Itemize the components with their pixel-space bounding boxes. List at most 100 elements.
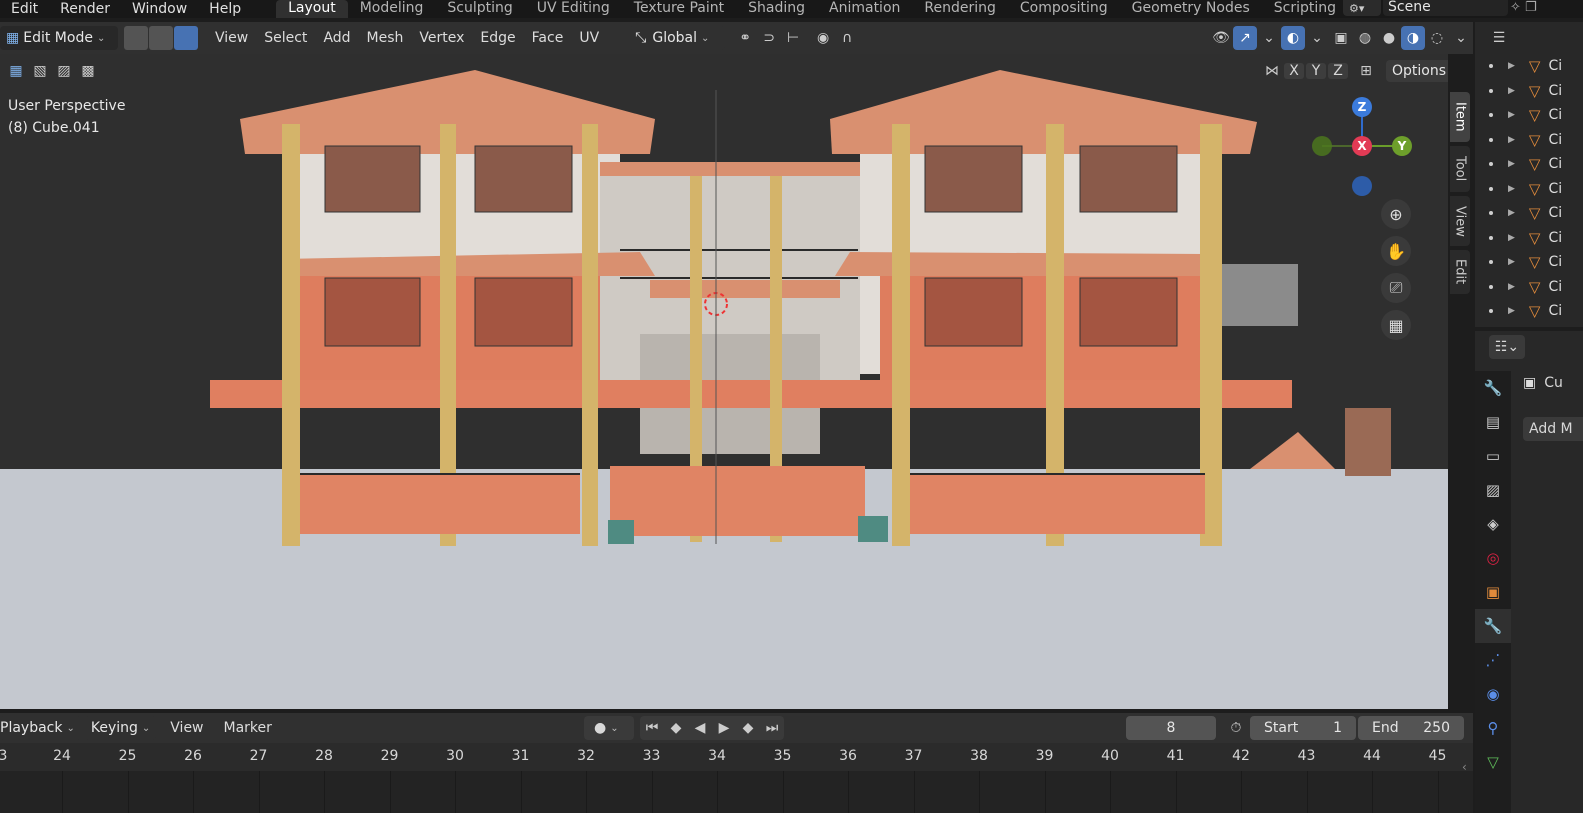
chevron-down-icon[interactable]: ⌄: [1257, 26, 1281, 50]
pin-icon[interactable]: ✧ ❐: [1510, 0, 1537, 15]
outliner-row[interactable]: ▶ ▽ Ci: [1475, 103, 1583, 128]
outliner-row[interactable]: ▶ ▽ Ci: [1475, 275, 1583, 300]
menu-window[interactable]: Window: [121, 1, 198, 17]
falloff-icon[interactable]: ∩: [835, 26, 859, 50]
chevron-down-icon[interactable]: ⌄: [1305, 26, 1329, 50]
menu-face[interactable]: Face: [524, 30, 572, 46]
object-tab-icon[interactable]: ▣: [1475, 575, 1511, 609]
prev-keyframe-icon[interactable]: ◆: [664, 716, 688, 740]
current-frame-field[interactable]: 8: [1126, 716, 1216, 740]
mirror-z-toggle[interactable]: Z: [1328, 63, 1348, 79]
rendered-shading-icon[interactable]: ◌: [1425, 26, 1449, 50]
expand-arrow-icon[interactable]: ▶: [1508, 257, 1515, 267]
stopwatch-icon[interactable]: ⏱: [1224, 716, 1248, 740]
expand-arrow-icon[interactable]: ▶: [1508, 282, 1515, 292]
tab-scripting[interactable]: Scripting: [1262, 0, 1348, 18]
expand-arrow-icon[interactable]: ▶: [1508, 159, 1515, 169]
outliner-row[interactable]: ▶ ▽ Ci: [1475, 250, 1583, 275]
expand-arrow-icon[interactable]: ▶: [1508, 110, 1515, 120]
tab-sculpting[interactable]: Sculpting: [435, 0, 524, 18]
physics-tab-icon[interactable]: ◉: [1475, 677, 1511, 711]
menu-uv[interactable]: UV: [571, 30, 607, 46]
play-icon[interactable]: ▶: [712, 716, 736, 740]
auto-keying-toggle[interactable]: ● ⌄: [584, 716, 634, 740]
constraints-tab-icon[interactable]: ⚲: [1475, 711, 1511, 745]
jump-end-icon[interactable]: ⏭: [760, 716, 784, 740]
play-reverse-icon[interactable]: ◀: [688, 716, 712, 740]
gizmo-x-axis[interactable]: X: [1352, 136, 1372, 156]
pivot-icon[interactable]: ⚭: [733, 26, 757, 50]
expand-arrow-icon[interactable]: ▶: [1508, 61, 1515, 71]
menu-add[interactable]: Add: [315, 30, 358, 46]
modifier-tab-icon[interactable]: 🔧: [1475, 609, 1511, 643]
npanel-tab-view[interactable]: View: [1450, 196, 1470, 246]
selection-mode-icon[interactable]: ▦: [4, 59, 28, 83]
world-tab-icon[interactable]: ◎: [1475, 541, 1511, 575]
outliner-row[interactable]: ▶ ▽ Ci: [1475, 299, 1583, 324]
expand-arrow-icon[interactable]: ▶: [1508, 306, 1515, 316]
tab-rendering[interactable]: Rendering: [912, 0, 1008, 18]
tab-texture-paint[interactable]: Texture Paint: [622, 0, 736, 18]
vertex-select-icon[interactable]: [124, 26, 148, 50]
scene-browse-button[interactable]: ⚙▾: [1343, 0, 1381, 16]
tab-animation[interactable]: Animation: [817, 0, 912, 18]
menu-vertex[interactable]: Vertex: [411, 30, 472, 46]
outliner-row[interactable]: ▶ ▽ Ci: [1475, 201, 1583, 226]
menu-edge[interactable]: Edge: [472, 30, 523, 46]
outliner-row[interactable]: ▶ ▽ Ci: [1475, 54, 1583, 79]
menu-select[interactable]: Select: [256, 30, 315, 46]
gizmo-neg-z-axis[interactable]: [1352, 176, 1372, 196]
solid-shading-icon[interactable]: ●: [1377, 26, 1401, 50]
visibility-icon[interactable]: 👁: [1209, 26, 1233, 50]
gizmo-neg-y-axis[interactable]: [1312, 136, 1332, 156]
wireframe-shading-icon[interactable]: ◍: [1353, 26, 1377, 50]
expand-arrow-icon[interactable]: ▶: [1508, 208, 1515, 218]
invert-mode-icon[interactable]: ▩: [76, 59, 100, 83]
npanel-tab-edit[interactable]: Edit: [1450, 250, 1470, 294]
transform-orientation-dropdown[interactable]: ⤡ Global ⌄: [629, 26, 726, 50]
menu-view[interactable]: View: [207, 30, 256, 46]
mirror-icon[interactable]: ⋈: [1260, 59, 1284, 83]
outliner-row[interactable]: ▶ ▽ Ci: [1475, 177, 1583, 202]
tool-tab-icon[interactable]: 🔧: [1475, 371, 1511, 405]
chevron-down-icon[interactable]: ⌄: [1449, 26, 1473, 50]
face-select-icon[interactable]: [174, 26, 198, 50]
marker-menu[interactable]: Marker: [216, 720, 280, 736]
end-frame-field[interactable]: End 250: [1358, 716, 1464, 740]
pan-hand-icon[interactable]: ✋: [1381, 236, 1411, 266]
scene-name-field[interactable]: Scene: [1383, 0, 1508, 16]
npanel-tab-tool[interactable]: Tool: [1450, 146, 1470, 192]
expand-arrow-icon[interactable]: ▶: [1508, 135, 1515, 145]
subtract-mode-icon[interactable]: ▨: [52, 59, 76, 83]
keying-menu[interactable]: Keying ⌄: [84, 716, 157, 740]
data-tab-icon[interactable]: ▽: [1475, 745, 1511, 779]
menu-edit[interactable]: Edit: [0, 1, 49, 17]
expand-arrow-icon[interactable]: ▶: [1508, 184, 1515, 194]
npanel-tab-item[interactable]: Item: [1450, 92, 1470, 142]
jump-start-icon[interactable]: ⏮: [640, 716, 664, 740]
properties-editor-type[interactable]: ☷⌄: [1489, 335, 1525, 359]
tab-modeling[interactable]: Modeling: [348, 0, 436, 18]
menu-render[interactable]: Render: [49, 1, 121, 17]
outliner-row[interactable]: ▶ ▽ Ci: [1475, 128, 1583, 153]
expand-arrow-icon[interactable]: ‹: [1462, 760, 1467, 774]
start-frame-field[interactable]: Start 1: [1250, 716, 1356, 740]
gizmo-y-axis[interactable]: Y: [1392, 136, 1412, 156]
perspective-grid-icon[interactable]: ▦: [1381, 310, 1411, 340]
gizmo-toggle-icon[interactable]: ↗: [1233, 26, 1257, 50]
next-keyframe-icon[interactable]: ◆: [736, 716, 760, 740]
material-shading-icon[interactable]: ◑: [1401, 26, 1425, 50]
xray-icon[interactable]: ▣: [1329, 26, 1353, 50]
tab-layout[interactable]: Layout: [276, 0, 348, 18]
tab-shading[interactable]: Shading: [736, 0, 817, 18]
auto-merge-icon[interactable]: ⊞: [1354, 59, 1378, 83]
mirror-y-toggle[interactable]: Y: [1306, 63, 1326, 79]
gizmo-z-axis[interactable]: Z: [1352, 97, 1372, 117]
snap-target-icon[interactable]: ⊢: [781, 26, 805, 50]
mirror-x-toggle[interactable]: X: [1284, 63, 1304, 79]
zoom-icon[interactable]: ⊕: [1381, 199, 1411, 229]
outliner-row[interactable]: ▶ ▽ Ci: [1475, 152, 1583, 177]
playback-menu[interactable]: Playback ⌄: [0, 716, 81, 740]
scene-tab-icon[interactable]: ◈: [1475, 507, 1511, 541]
tab-compositing[interactable]: Compositing: [1008, 0, 1120, 18]
